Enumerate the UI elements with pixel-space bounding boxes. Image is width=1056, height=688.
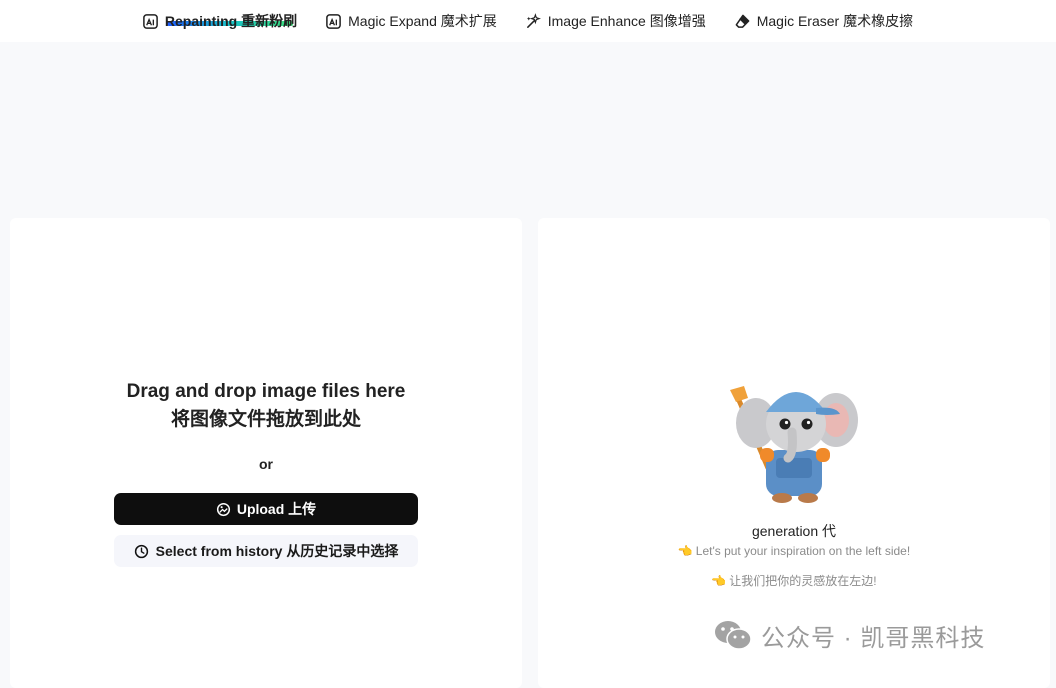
- drop-zone-title: Drag and drop image files here 将图像文件拖放到此…: [10, 378, 522, 434]
- pointing-hand-icon: 👈: [711, 574, 727, 588]
- pointing-hand-icon: 👈: [677, 544, 693, 558]
- expand-icon: [326, 13, 342, 29]
- select-history-button[interactable]: Select from history 从历史记录中选择: [114, 535, 418, 567]
- elephant-mascot-illustration: [730, 386, 858, 503]
- history-button-label: Select from history 从历史记录中选择: [155, 543, 399, 559]
- upload-panel[interactable]: Drag and drop image files here 将图像文件拖放到此…: [10, 218, 522, 688]
- repaint-icon: [143, 13, 158, 29]
- top-navigation: Repainting 重新粉刷 Magic Expand 魔术扩展 Image …: [0, 0, 1056, 42]
- hint-english: 👈 Let's put your inspiration on the left …: [538, 544, 1050, 558]
- watermark-text: 公众号 · 凯哥黑科技: [761, 624, 986, 652]
- sparkle-icon: [526, 12, 541, 28]
- upload-image-icon: [216, 502, 230, 516]
- drop-title-en: Drag and drop image files here: [126, 381, 406, 402]
- watermark: 公众号 · 凯哥黑科技: [713, 618, 985, 652]
- generation-label: generation 代: [751, 523, 837, 539]
- wechat-icon: [715, 621, 752, 650]
- clock-icon: [134, 544, 148, 558]
- tab-repainting[interactable]: Repainting 重新粉刷: [142, 11, 297, 31]
- hint-chinese-text: 让我们把你的灵感放在左边!: [729, 574, 877, 588]
- tab-repainting-label: Repainting 重新粉刷: [164, 13, 298, 29]
- eraser-icon: [735, 14, 750, 28]
- or-divider-text: or: [259, 456, 273, 472]
- tab-magic-eraser-label: Magic Eraser 魔术橡皮擦: [756, 13, 914, 29]
- tab-image-enhance[interactable]: Image Enhance 图像增强: [525, 11, 706, 31]
- tab-magic-expand[interactable]: Magic Expand 魔术扩展: [325, 11, 497, 31]
- tab-image-enhance-label: Image Enhance 图像增强: [547, 13, 706, 29]
- drop-title-zh: 将图像文件拖放到此处: [170, 409, 361, 430]
- tab-label: Repainting 重新粉刷: [165, 11, 297, 31]
- upload-button[interactable]: Upload 上传: [114, 493, 418, 525]
- hint-english-text: Let's put your inspiration on the left s…: [695, 544, 911, 558]
- tab-magic-expand-label: Magic Expand 魔术扩展: [348, 13, 497, 29]
- hint-chinese: 👈 让我们把你的灵感放在左边!: [538, 572, 1050, 589]
- upload-button-label: Upload 上传: [236, 501, 317, 517]
- tool-tabs: Repainting 重新粉刷 Magic Expand 魔术扩展 Image …: [142, 11, 913, 31]
- tab-magic-eraser[interactable]: Magic Eraser 魔术橡皮擦: [734, 11, 913, 31]
